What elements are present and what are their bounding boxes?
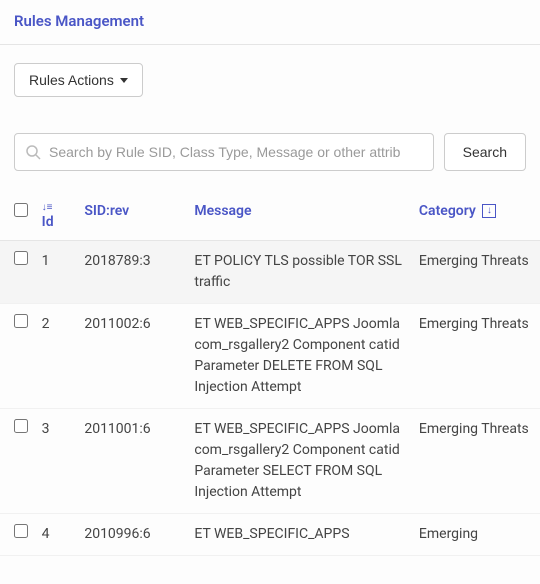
row-category: Emerging Threats <box>411 241 539 304</box>
row-sid: 2018789:3 <box>76 241 186 304</box>
row-id: 2 <box>34 304 77 409</box>
column-select-all <box>0 193 34 241</box>
page-title: Rules Management <box>0 0 540 45</box>
chevron-down-icon <box>120 78 128 83</box>
row-select-cell <box>0 304 34 409</box>
row-id: 1 <box>34 241 77 304</box>
row-message: ET WEB_SPECIFIC_APPS <box>186 514 411 556</box>
row-message: ET WEB_SPECIFIC_APPS Joomla com_rsgaller… <box>186 304 411 409</box>
rules-actions-dropdown[interactable]: Rules Actions <box>14 63 143 97</box>
column-header-message[interactable]: Message <box>186 193 411 241</box>
search-button[interactable]: Search <box>444 133 526 171</box>
row-message: ET POLICY TLS possible TOR SSL traffic <box>186 241 411 304</box>
row-select-cell <box>0 241 34 304</box>
row-id: 4 <box>34 514 77 556</box>
row-checkbox[interactable] <box>14 419 28 433</box>
sort-indicator-icon: ↓≡ <box>42 203 69 213</box>
row-message: ET WEB_SPECIFIC_APPS Joomla com_rsgaller… <box>186 409 411 514</box>
table-row[interactable]: 22011002:6ET WEB_SPECIFIC_APPS Joomla co… <box>0 304 540 409</box>
table-row[interactable]: 32011001:6ET WEB_SPECIFIC_APPS Joomla co… <box>0 409 540 514</box>
search-bar: Search <box>0 105 540 179</box>
select-all-checkbox[interactable] <box>14 203 28 217</box>
row-id: 3 <box>34 409 77 514</box>
table-row[interactable]: 42010996:6ET WEB_SPECIFIC_APPSEmerging <box>0 514 540 556</box>
row-checkbox[interactable] <box>14 251 28 265</box>
row-category: Emerging Threats <box>411 409 539 514</box>
search-icon <box>25 144 41 160</box>
row-select-cell <box>0 409 34 514</box>
search-input[interactable] <box>49 144 423 160</box>
row-category: Emerging Threats <box>411 304 539 409</box>
row-checkbox[interactable] <box>14 314 28 328</box>
actions-bar: Rules Actions <box>0 45 540 105</box>
row-select-cell <box>0 514 34 556</box>
row-category: Emerging <box>411 514 539 556</box>
row-sid: 2011001:6 <box>76 409 186 514</box>
sort-desc-icon: ↓ <box>482 204 496 218</box>
search-box[interactable] <box>14 133 434 171</box>
rules-table: ↓≡ Id SID:rev Message Category ↓ Status … <box>0 193 540 556</box>
rules-actions-label: Rules Actions <box>29 72 114 88</box>
column-header-id[interactable]: ↓≡ Id <box>34 193 77 241</box>
column-header-category[interactable]: Category ↓ <box>411 193 539 241</box>
row-sid: 2010996:6 <box>76 514 186 556</box>
row-checkbox[interactable] <box>14 524 28 538</box>
table-row[interactable]: 12018789:3ET POLICY TLS possible TOR SSL… <box>0 241 540 304</box>
column-header-sid[interactable]: SID:rev <box>76 193 186 241</box>
row-sid: 2011002:6 <box>76 304 186 409</box>
